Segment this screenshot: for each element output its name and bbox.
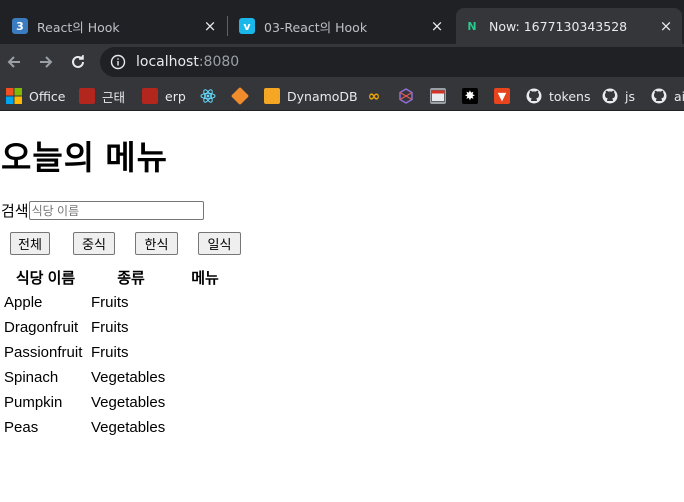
table-row: Apple Fruits [3, 290, 236, 315]
browser-tab[interactable]: v 03-React의 Hook × [231, 8, 453, 44]
react-icon [200, 88, 216, 104]
search-label: 검색 [1, 203, 29, 220]
restaurant-cell: Apple [4, 294, 43, 311]
bookmark-label: Office [29, 88, 66, 104]
bookmark-label: tokens [549, 88, 591, 104]
address-bar[interactable]: localhost:8080 [100, 47, 684, 77]
table-row: Spinach Vegetables [3, 365, 236, 390]
arrow-right-icon [40, 56, 53, 68]
table-header-row: 식당 이름 종류 메뉴 [3, 265, 236, 290]
browser-tab[interactable]: 3 React의 Hook × [4, 8, 226, 44]
close-icon[interactable]: × [429, 17, 445, 35]
bookmark-cube[interactable] [398, 86, 421, 106]
menu-cell [174, 415, 236, 440]
github-icon [602, 88, 618, 104]
bookmark-label: 근태 [102, 89, 126, 105]
bookmark-react[interactable] [200, 86, 223, 106]
search-input[interactable] [28, 201, 204, 220]
bookmark-label: DynamoDB [287, 88, 358, 104]
tab-separator [227, 16, 228, 36]
dynamodb-icon [264, 88, 280, 104]
bookmark-label: erp [165, 88, 186, 104]
gitlab-icon: ▼ [494, 88, 510, 104]
bookmark-ai[interactable]: ai [651, 86, 684, 106]
number-3-icon: 3 [12, 18, 28, 34]
doc-icon [142, 88, 158, 104]
restaurant-cell: Dragonfruit [4, 319, 79, 336]
menu-cell [174, 390, 236, 415]
page-content: 오늘의 메뉴 검색 전체 중식 한식 일식 식당 이름 종류 메뉴 Apple … [0, 111, 684, 502]
cube-icon [398, 88, 414, 104]
bookmark-dynamodb[interactable]: DynamoDB [264, 86, 358, 106]
menu-cell [174, 290, 236, 315]
type-cell: Fruits [91, 319, 129, 336]
bookmark-geuntae[interactable]: 근태 [79, 86, 125, 106]
window-icon [430, 88, 446, 104]
bookmark-star[interactable]: ✸ [462, 86, 485, 106]
filter-japanese-button[interactable]: 일식 [198, 232, 241, 255]
browser-toolbar: localhost:8080 [0, 44, 684, 80]
table-row: Dragonfruit Fruits [3, 315, 236, 340]
bookmark-window[interactable] [430, 86, 453, 106]
close-icon[interactable]: × [202, 17, 218, 35]
doc-icon [79, 88, 95, 104]
tab-strip: 3 React의 Hook × v 03-React의 Hook × N Now… [0, 0, 684, 44]
filter-chinese-button[interactable]: 중식 [73, 232, 115, 255]
bookmark-tokens[interactable]: tokens [526, 86, 590, 106]
tab-title: Now: 1677130343528 [489, 18, 628, 34]
tab-title: 03-React의 Hook [264, 19, 368, 35]
bookmark-infinity[interactable]: ∞ [366, 86, 389, 106]
restaurant-cell: Pumpkin [4, 394, 63, 411]
menu-table: 식당 이름 종류 메뉴 Apple Fruits Dragonfruit Fru… [1, 265, 238, 440]
url-port: :8080 [198, 54, 240, 70]
github-icon [526, 88, 542, 104]
type-cell: Vegetables [91, 369, 166, 386]
type-cell: Vegetables [91, 394, 166, 411]
table-row: Peas Vegetables [3, 415, 236, 440]
bookmark-box[interactable] [230, 86, 255, 106]
bookmark-office[interactable]: Office [6, 86, 66, 106]
type-cell: Vegetables [91, 419, 166, 436]
tab-title: React의 Hook [37, 19, 120, 35]
menu-cell [174, 340, 236, 365]
star-icon: ✸ [462, 88, 478, 104]
column-header-restaurant: 식당 이름 [15, 270, 76, 287]
menu-cell [174, 315, 236, 340]
restaurant-cell: Passionfruit [4, 344, 83, 361]
column-header-menu: 메뉴 [191, 270, 219, 287]
filter-all-button[interactable]: 전체 [10, 232, 50, 255]
browser-tab-active[interactable]: N Now: 1677130343528 × [456, 8, 682, 44]
bookmarks-bar: Office 근태 erp DynamoDB ∞ ✸ ▼ tokens js a… [0, 80, 684, 111]
bookmark-label: js [625, 88, 635, 104]
table-row: Passionfruit Fruits [3, 340, 236, 365]
bookmark-label: ai [674, 88, 684, 104]
reload-icon [72, 55, 84, 68]
info-icon[interactable] [110, 54, 126, 70]
page-title: 오늘의 메뉴 [1, 139, 168, 176]
filter-korean-button[interactable]: 한식 [135, 232, 178, 255]
column-header-type: 종류 [117, 270, 145, 287]
bookmark-js[interactable]: js [602, 86, 635, 106]
box-icon [230, 86, 250, 106]
vimeo-icon: v [239, 18, 255, 34]
close-icon[interactable]: × [658, 17, 674, 35]
bookmark-gitlab[interactable]: ▼ [494, 86, 517, 106]
github-icon [651, 88, 667, 104]
menu-cell [174, 365, 236, 390]
forward-button[interactable] [34, 50, 58, 74]
type-cell: Fruits [91, 344, 129, 361]
next-icon: N [467, 19, 477, 33]
table-row: Pumpkin Vegetables [3, 390, 236, 415]
restaurant-cell: Spinach [4, 369, 59, 386]
type-cell: Fruits [91, 294, 129, 311]
office-icon [6, 88, 22, 104]
infinity-icon: ∞ [367, 87, 381, 105]
search-row: 검색 [1, 200, 204, 221]
restaurant-cell: Peas [4, 419, 39, 436]
url-host: localhost [136, 54, 199, 70]
reload-button[interactable] [66, 50, 90, 74]
bookmark-erp[interactable]: erp [142, 86, 186, 106]
back-button[interactable] [2, 50, 26, 74]
arrow-left-icon [7, 56, 20, 68]
